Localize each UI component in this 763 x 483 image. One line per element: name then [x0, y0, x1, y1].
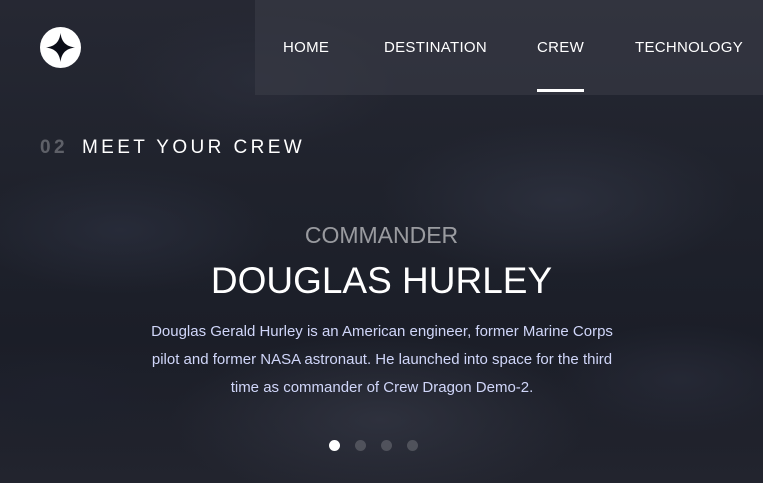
carousel-dot-1[interactable] [329, 440, 340, 451]
primary-navigation: HOME DESTINATION CREW TECHNOLOGY [255, 0, 763, 95]
crew-name: DOUGLAS HURLEY [210, 260, 553, 301]
nav-item-destination[interactable]: DESTINATION [384, 39, 487, 56]
crew-bio: Douglas Gerald Hurley is an American eng… [151, 323, 613, 396]
logo[interactable] [40, 27, 81, 68]
nav-item-technology[interactable]: TECHNOLOGY [635, 39, 743, 56]
four-point-star-icon [46, 33, 75, 62]
page-number: 02 [40, 137, 68, 158]
crew-role: COMMANDER [304, 222, 459, 248]
carousel-dot-3[interactable] [381, 440, 392, 451]
carousel-dot-2[interactable] [355, 440, 366, 451]
page-title: MEET YOUR CREW [81, 137, 306, 158]
nav-item-crew[interactable]: CREW [537, 39, 585, 92]
carousel-dot-4[interactable] [407, 440, 418, 451]
page-heading: 02 MEET YOUR CREW [40, 137, 305, 159]
nav-item-home[interactable]: HOME [283, 39, 329, 56]
